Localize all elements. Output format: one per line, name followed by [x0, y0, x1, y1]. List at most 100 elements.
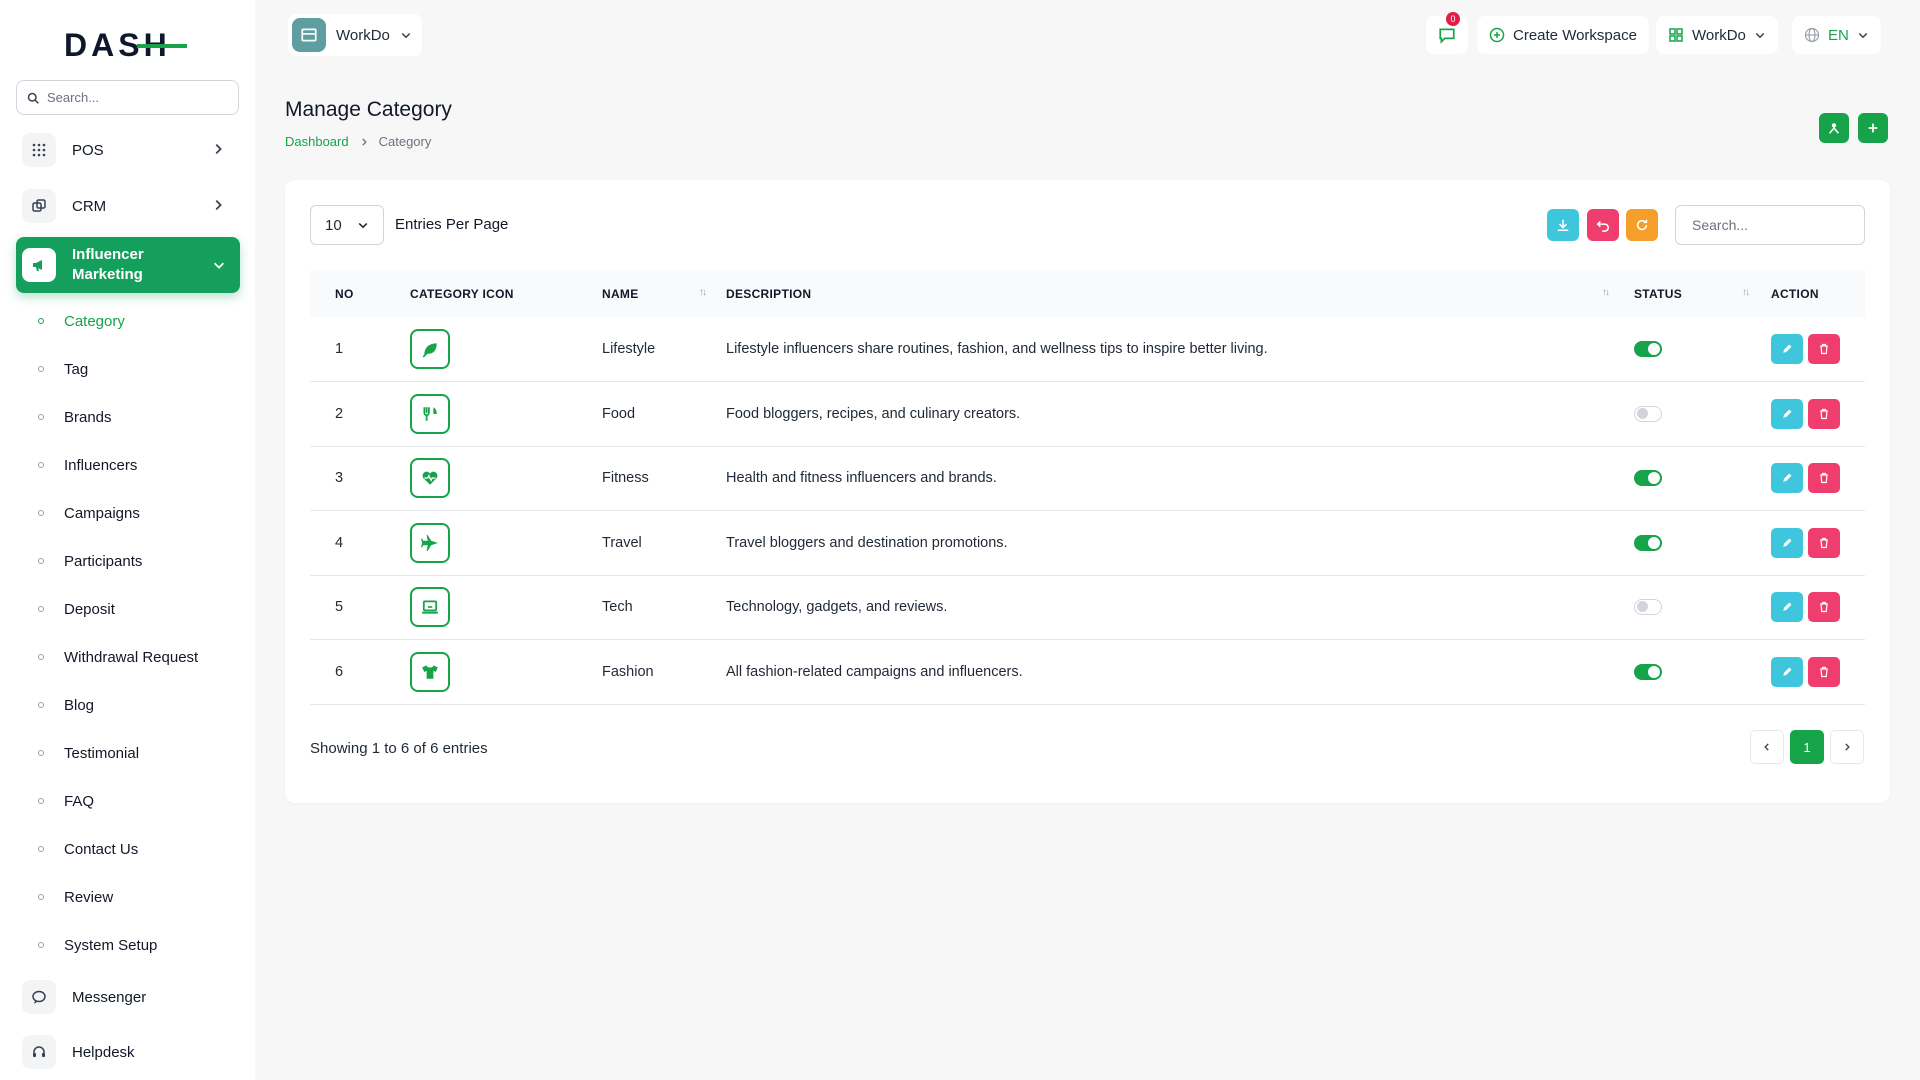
sub-item-label: Withdrawal Request	[64, 648, 199, 666]
status-toggle[interactable]	[1634, 405, 1662, 422]
sidebar-sub-blog[interactable]: Blog	[38, 694, 94, 716]
chevron-right-icon	[215, 144, 222, 154]
add-category-button[interactable]	[1858, 113, 1888, 143]
bullet-icon	[38, 318, 44, 324]
sidebar-item-helpdesk[interactable]: Helpdesk	[16, 1030, 239, 1074]
breadcrumb-home-link[interactable]: Dashboard	[285, 134, 349, 149]
header-name[interactable]: NAME ↑↓	[602, 270, 726, 317]
workspace-selector[interactable]: WorkDo	[288, 14, 422, 56]
header-status[interactable]: STATUS ↑↓	[1634, 270, 1771, 317]
table-row: 5 Tech Technology, gadgets, and reviews.	[310, 575, 1865, 640]
status-toggle[interactable]	[1634, 599, 1662, 616]
delete-button[interactable]	[1808, 463, 1840, 494]
sidebar-item-influencer-marketing[interactable]: Influencer Marketing	[16, 237, 240, 293]
edit-button[interactable]	[1771, 398, 1803, 429]
import-button[interactable]	[1819, 113, 1849, 143]
chevron-down-icon	[214, 262, 224, 269]
undo-button[interactable]	[1587, 209, 1619, 241]
page-button-current[interactable]: 1	[1790, 730, 1824, 764]
delete-button[interactable]	[1808, 527, 1840, 558]
header-no[interactable]: NO	[310, 270, 410, 317]
delete-button[interactable]	[1808, 334, 1840, 364]
create-workspace-label: Create Workspace	[1513, 26, 1637, 44]
next-page-button[interactable]	[1830, 730, 1864, 764]
sidebar-sub-testimonial[interactable]: Testimonial	[38, 742, 139, 764]
sidebar-item-messenger[interactable]: Messenger	[16, 975, 239, 1019]
cell-actions	[1771, 511, 1865, 576]
cell-actions	[1771, 446, 1865, 511]
header-description[interactable]: DESCRIPTION ↑↓	[726, 270, 1634, 317]
sidebar-sub-withdrawal-request[interactable]: Withdrawal Request	[38, 646, 198, 668]
pencil-icon	[1783, 409, 1792, 418]
edit-button[interactable]	[1771, 592, 1803, 623]
create-workspace-button[interactable]: Create Workspace	[1477, 16, 1649, 54]
edit-button[interactable]	[1771, 463, 1803, 494]
brand-logo[interactable]: DASH	[64, 27, 187, 63]
cell-no: 3	[335, 470, 344, 487]
refresh-button[interactable]	[1626, 209, 1658, 241]
delete-button[interactable]	[1808, 656, 1840, 687]
sidebar-sub-deposit[interactable]: Deposit	[38, 598, 115, 620]
cell-description: All fashion-related campaigns and influe…	[726, 663, 1023, 680]
toggle-knob	[1637, 601, 1648, 613]
bullet-icon	[38, 558, 44, 564]
toggle-knob	[1637, 407, 1648, 419]
cell-description: Travel bloggers and destination promotio…	[726, 534, 1008, 551]
status-toggle[interactable]	[1634, 341, 1662, 357]
sidebar-sub-contact-us[interactable]: Contact Us	[38, 838, 138, 860]
cell-actions	[1771, 640, 1865, 705]
sidebar-sub-category[interactable]: Category	[38, 310, 125, 332]
sidebar-sub-faq[interactable]: FAQ	[38, 790, 94, 812]
sidebar-item-label: Helpdesk	[72, 1043, 135, 1061]
delete-button[interactable]	[1808, 592, 1840, 623]
pencil-icon	[1783, 344, 1792, 353]
workspace-switcher[interactable]: WorkDo	[1656, 16, 1778, 54]
sidebar-sub-campaigns[interactable]: Campaigns	[38, 502, 140, 524]
header-label: CATEGORY ICON	[410, 286, 514, 301]
toggle-knob	[1648, 343, 1660, 355]
tshirt-icon	[410, 651, 450, 692]
sidebar-search-placeholder: Search...	[47, 90, 100, 105]
cell-actions	[1771, 317, 1865, 382]
sort-icon: ↑↓	[699, 287, 707, 298]
megaphone-icon	[22, 248, 56, 282]
sub-item-label: Category	[64, 312, 125, 330]
status-toggle[interactable]	[1634, 470, 1662, 487]
language-selector[interactable]: EN	[1792, 16, 1881, 54]
sidebar-sub-review[interactable]: Review	[38, 886, 113, 908]
sidebar-item-label: CRM	[72, 197, 107, 215]
refresh-icon	[1636, 219, 1648, 231]
notifications-button[interactable]: 0	[1426, 12, 1468, 54]
trash-icon	[1820, 602, 1828, 613]
sidebar-sub-influencers[interactable]: Influencers	[38, 454, 137, 476]
table-search-input[interactable]: Search...	[1675, 205, 1865, 245]
sidebar-sub-system-setup[interactable]: System Setup	[38, 934, 157, 956]
edit-button[interactable]	[1771, 656, 1803, 687]
user-import-icon	[1829, 123, 1839, 134]
trash-icon	[1820, 343, 1828, 355]
sidebar-sub-participants[interactable]: Participants	[38, 550, 142, 572]
delete-button[interactable]	[1808, 398, 1840, 429]
sidebar-item-pos[interactable]: POS	[16, 128, 239, 172]
entries-per-page-select[interactable]: 10	[310, 205, 384, 245]
sidebar-search-input[interactable]: Search...	[16, 80, 239, 115]
cell-no: 5	[335, 599, 344, 616]
prev-page-button[interactable]	[1750, 730, 1784, 764]
sidebar-sub-brands[interactable]: Brands	[38, 406, 112, 428]
status-toggle[interactable]	[1634, 663, 1662, 680]
sidebar-sub-tag[interactable]: Tag	[38, 358, 88, 380]
status-toggle[interactable]	[1634, 534, 1662, 551]
bullet-icon	[38, 702, 44, 708]
sidebar-item-crm[interactable]: CRM	[16, 184, 239, 228]
edit-button[interactable]	[1771, 334, 1803, 364]
header-category-icon[interactable]: CATEGORY ICON	[410, 270, 602, 317]
header-label: STATUS	[1634, 286, 1683, 301]
workspace-name: WorkDo	[336, 26, 390, 44]
cell-description: Health and fitness influencers and brand…	[726, 470, 997, 487]
edit-button[interactable]	[1771, 527, 1803, 558]
sub-item-label: Blog	[64, 696, 95, 714]
export-button[interactable]	[1547, 209, 1579, 241]
bullet-icon	[38, 942, 44, 948]
cell-name: Tech	[602, 599, 633, 616]
chat-icon	[22, 980, 56, 1014]
